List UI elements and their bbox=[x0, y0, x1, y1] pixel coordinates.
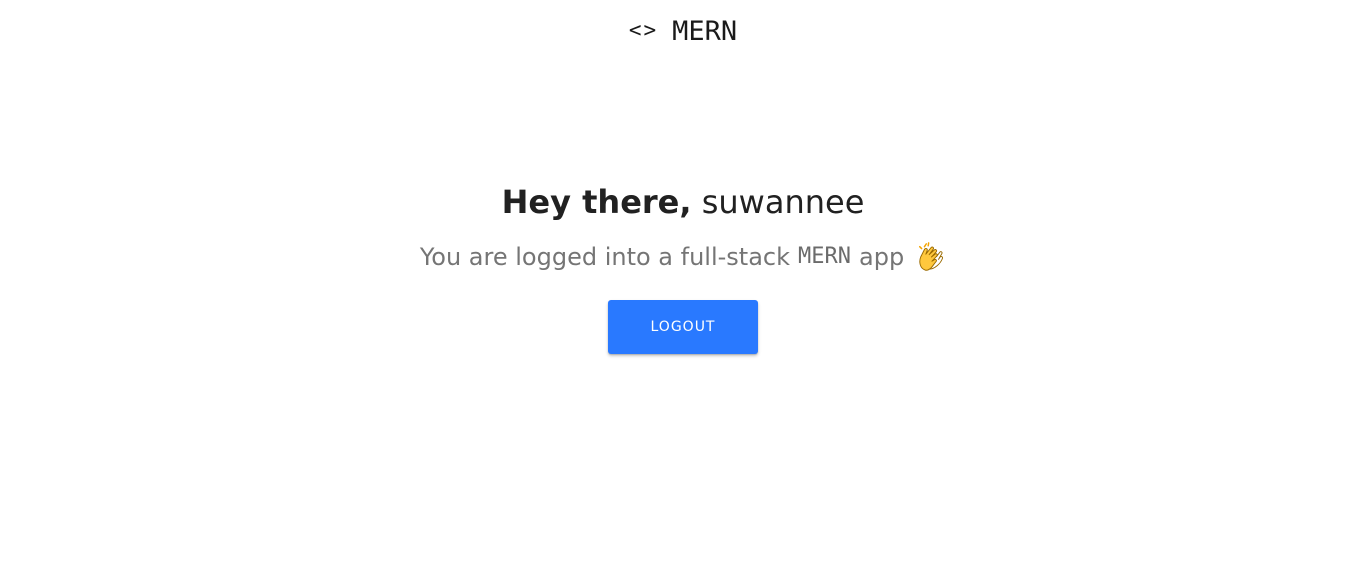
subtitle-stack-name: MERN bbox=[798, 244, 851, 269]
greeting-heading: Hey there, suwannee bbox=[502, 178, 865, 226]
subtitle-text: You are logged into a full-stack bbox=[419, 243, 791, 271]
login-status-text: You are logged into a full-stack MERN ap… bbox=[420, 240, 946, 274]
welcome-section: Hey there, suwannee You are logged into … bbox=[0, 178, 1366, 354]
greeting-prefix: Hey there, bbox=[501, 183, 692, 221]
brand-home-link[interactable]: <> MERN bbox=[0, 14, 1366, 50]
username: suwannee bbox=[701, 183, 865, 221]
brand-name: MERN bbox=[672, 16, 738, 47]
subtitle-text-end: app bbox=[859, 243, 905, 271]
clapping-hands-icon bbox=[919, 242, 944, 271]
code-brackets-icon: <> bbox=[628, 18, 659, 42]
logout-button[interactable]: Logout bbox=[608, 300, 758, 354]
